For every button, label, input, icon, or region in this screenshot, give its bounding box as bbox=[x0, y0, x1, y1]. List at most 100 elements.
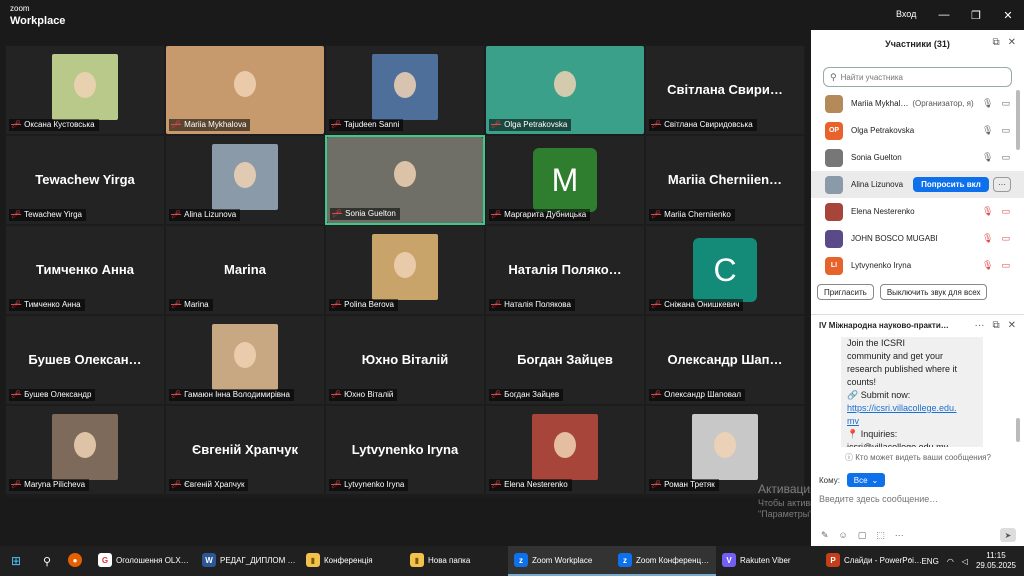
chat-line[interactable]: mv bbox=[847, 415, 977, 428]
video-tile[interactable]: 🎤︎ Olga Petrakovska bbox=[485, 45, 645, 135]
chat-menu-icon[interactable]: ··· bbox=[974, 320, 984, 331]
participant-search-input[interactable] bbox=[840, 72, 1001, 82]
app-icon: P bbox=[826, 553, 840, 567]
sign-in-link[interactable]: Вход bbox=[896, 9, 916, 19]
emoji-icon[interactable]: ☺ bbox=[839, 530, 848, 541]
app-icon: V bbox=[722, 553, 736, 567]
video-tile[interactable]: Світлана Свири… 🎤︎ Світлана Свиридовська bbox=[645, 45, 805, 135]
video-tile[interactable]: Mariia Cherniien… 🎤︎ Mariia Cherniienko bbox=[645, 135, 805, 225]
chat-title: IV Міжнародна науково-практи… bbox=[819, 321, 949, 330]
taskbar-app[interactable]: z Zoom Workplace bbox=[508, 546, 612, 576]
video-icon: ▭ bbox=[1001, 125, 1010, 135]
close-icon[interactable]: ✕ bbox=[992, 0, 1024, 30]
video-tile[interactable]: 🎤︎ Tajudeen Sanni bbox=[325, 45, 485, 135]
start-icon[interactable]: ⊞ bbox=[0, 546, 32, 576]
video-tile[interactable]: Бушев Олексан… 🎤︎ Бушев Олександр bbox=[5, 315, 165, 405]
video-tile[interactable]: 🎤︎ Sonia Guelton bbox=[325, 135, 485, 225]
send-icon[interactable]: ➤ bbox=[1000, 528, 1016, 542]
more-icon[interactable]: ··· bbox=[895, 530, 904, 541]
participant-row[interactable]: Alina Lizunova Попросить вкл ··· bbox=[811, 171, 1024, 198]
video-tile[interactable]: 🎤︎ Гамаюн Інна Володимирівна bbox=[165, 315, 325, 405]
who-can-see-link[interactable]: ⓘ Кто может видеть ваши сообщения? bbox=[845, 452, 991, 463]
mic-muted-icon: 🎤︎ bbox=[491, 300, 502, 309]
tile-name: Alina Lizunova bbox=[184, 210, 237, 219]
file-icon[interactable]: ▢ bbox=[858, 530, 867, 541]
participant-video bbox=[532, 414, 598, 480]
taskbar-app[interactable]: z Zoom Конференц… bbox=[612, 546, 716, 576]
participant-row[interactable]: JOHN BOSCO MUGABI 🎙︎ ▭ bbox=[811, 225, 1024, 252]
chat-message-input[interactable] bbox=[819, 494, 1009, 504]
taskbar-app[interactable]: ▮ Конференція bbox=[300, 546, 404, 576]
maximize-icon[interactable]: ❐ bbox=[960, 0, 992, 30]
recipient-select[interactable]: Все ⌄ bbox=[847, 473, 885, 487]
video-tile[interactable]: Наталія Поляко… 🎤︎ Наталія Полякова bbox=[485, 225, 645, 315]
tile-display-name: Lytvynenko Iryna bbox=[351, 442, 459, 457]
participant-row[interactable]: Elena Nesterenko 🎙︎ ▭ bbox=[811, 198, 1024, 225]
mic-muted-icon: 🎤︎ bbox=[331, 300, 342, 309]
wifi-icon[interactable]: ◠ bbox=[947, 557, 954, 566]
tile-name: Тимченко Анна bbox=[24, 300, 81, 309]
participant-name: Mariia Mykhal… bbox=[851, 99, 909, 108]
format-icon[interactable]: ✎ bbox=[821, 530, 829, 541]
tile-name-tag: 🎤︎ Olga Petrakovska bbox=[489, 119, 572, 131]
video-tile[interactable]: Олександр Шап… 🎤︎ Олександр Шаповал bbox=[645, 315, 805, 405]
video-tile[interactable]: Marina 🎤︎ Marina bbox=[165, 225, 325, 315]
participant-row[interactable]: Mariia Mykhal… (Организатор, я) 🎙︎ ▭ bbox=[811, 90, 1024, 117]
video-tile[interactable]: C 🎤︎ Сніжана Онишкевич bbox=[645, 225, 805, 315]
taskbar-search-icon[interactable]: ⚲ bbox=[32, 546, 62, 576]
participant-more-button[interactable]: ··· bbox=[993, 177, 1011, 192]
video-tile[interactable]: 🎤︎ Maryna Pilicheva bbox=[5, 405, 165, 495]
video-tile[interactable]: 🎤︎ Alina Lizunova bbox=[165, 135, 325, 225]
video-tile[interactable]: M 🎤︎ Маргарита Дубницька bbox=[485, 135, 645, 225]
tray-chevron-icon[interactable]: ⌃ bbox=[907, 557, 914, 566]
popout-icon[interactable]: ⧉ bbox=[992, 37, 999, 48]
video-tile[interactable]: Євгеній Храпчук 🎤︎ Євгеній Храпчук bbox=[165, 405, 325, 495]
taskbar-app[interactable]: G Оголошення OLX… bbox=[92, 546, 196, 576]
mic-muted-icon: 🎤︎ bbox=[491, 210, 502, 219]
participant-search[interactable]: ⚲ bbox=[823, 67, 1012, 87]
mic-icon: 🎙︎ bbox=[982, 98, 994, 108]
mute-all-button[interactable]: Выключить звук для всех bbox=[879, 284, 988, 300]
participant-video bbox=[52, 54, 118, 120]
close-panel-icon[interactable]: ✕ bbox=[1008, 37, 1016, 48]
participant-row[interactable]: Sonia Guelton 🎙︎ ▭ bbox=[811, 144, 1024, 171]
participants-header: Участники (31) ⧉ ✕ bbox=[811, 30, 1024, 58]
participant-video bbox=[212, 324, 278, 390]
chat-scrollbar[interactable] bbox=[1016, 418, 1020, 442]
video-tile[interactable]: Lytvynenko Iryna 🎤︎ Lytvynenko Iryna bbox=[325, 405, 485, 495]
participant-row[interactable]: OP Olga Petrakovska 🎙︎ ▭ bbox=[811, 117, 1024, 144]
chat-line[interactable]: https://icsri.villacollege.edu. bbox=[847, 402, 977, 415]
taskbar-app[interactable]: W РЕДАГ_ДИПЛОМ … bbox=[196, 546, 300, 576]
app-label: Нова папка bbox=[428, 555, 471, 565]
video-tile[interactable]: Юхно Віталій 🎤︎ Юхно Віталій bbox=[325, 315, 485, 405]
person-silhouette bbox=[714, 432, 736, 459]
participant-status-icons: 🎙︎ ▭ bbox=[982, 233, 1010, 244]
video-tile[interactable]: 🎤︎ Оксана Кустовська bbox=[5, 45, 165, 135]
invite-button[interactable]: Пригласить bbox=[817, 284, 874, 300]
tile-display-name: Богдан Зайцев bbox=[517, 352, 613, 367]
taskbar-app[interactable]: V Rakuten Viber bbox=[716, 546, 820, 576]
video-tile[interactable]: 🎤︎ Mariia Mykhalova bbox=[165, 45, 325, 135]
participant-row[interactable]: LI Lytvynenko Iryna 🎙︎ ▭ bbox=[811, 252, 1024, 279]
mic-muted-icon: 🎤︎ bbox=[651, 300, 662, 309]
mic-muted-icon: 🎤︎ bbox=[332, 209, 343, 218]
ask-unmute-button[interactable]: Попросить вкл bbox=[913, 177, 989, 192]
screenshot-icon[interactable]: ⬚ bbox=[876, 530, 885, 541]
tile-name: Бушев Олександр bbox=[24, 390, 92, 399]
chat-popout-icon[interactable]: ⧉ bbox=[992, 320, 999, 331]
clock[interactable]: 11:15 29.05.2025 bbox=[976, 551, 1016, 571]
video-tile[interactable]: Богдан Зайцев 🎤︎ Богдан Зайцев bbox=[485, 315, 645, 405]
volume-icon[interactable]: ◁ bbox=[962, 557, 968, 566]
video-tile[interactable]: Tewachew Yirga 🎤︎ Tewachew Yirga bbox=[5, 135, 165, 225]
taskbar-app[interactable]: ▮ Нова папка bbox=[404, 546, 508, 576]
minimize-icon[interactable]: — bbox=[928, 0, 960, 30]
language-indicator[interactable]: ENG bbox=[921, 557, 938, 566]
chat-close-icon[interactable]: ✕ bbox=[1008, 320, 1016, 331]
video-tile[interactable]: 🎤︎ Elena Nesterenko bbox=[485, 405, 645, 495]
participant-name: Olga Petrakovska bbox=[851, 126, 915, 135]
mic-icon: 🎙︎ bbox=[982, 206, 994, 216]
video-tile[interactable]: 🎤︎ Polina Berova bbox=[325, 225, 485, 315]
firefox-icon[interactable]: ● bbox=[62, 546, 92, 576]
video-tile[interactable]: Тимченко Анна 🎤︎ Тимченко Анна bbox=[5, 225, 165, 315]
participant-scrollbar[interactable] bbox=[1016, 90, 1020, 150]
